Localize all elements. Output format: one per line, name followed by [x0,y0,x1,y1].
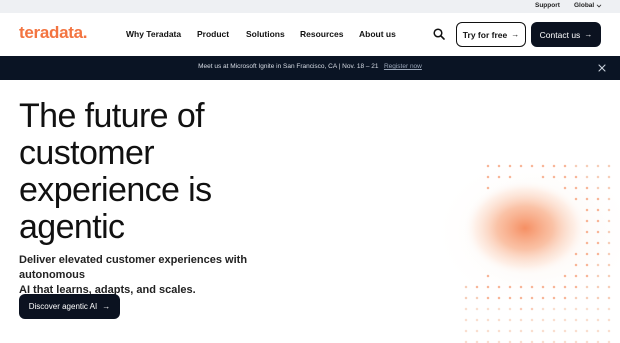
hero-title-line: agentic [19,208,125,246]
try-for-free-label: Try for free [462,29,508,40]
hero-title-line: experience is [19,171,212,209]
discover-agentic-ai-label: Discover agentic AI [28,302,98,311]
try-for-free-button[interactable]: Try for free → [456,22,526,47]
contact-us-label: Contact us [539,29,581,40]
discover-agentic-ai-button[interactable]: Discover agentic AI → [19,294,120,319]
contact-us-button[interactable]: Contact us → [531,22,601,47]
hero-subtitle: Deliver elevated customer experiences wi… [19,253,299,298]
global-selector[interactable]: Global [574,2,594,9]
hero-title: The future of customer experience is age… [19,98,319,246]
support-link[interactable]: Support [535,2,560,9]
nav-solutions[interactable]: Solutions [246,29,285,39]
banner-text: Meet us at Microsoft Ignite in San Franc… [198,63,379,70]
register-now-link[interactable]: Register now [384,63,422,70]
teradata-logo[interactable]: teradata. [19,23,87,43]
nav-why-teradata[interactable]: Why Teradata [126,29,181,39]
search-icon[interactable] [432,27,446,41]
utility-bar: Support Global [0,0,620,13]
nav-about-us[interactable]: About us [359,29,396,39]
hero-subtitle-line: Deliver elevated customer experiences wi… [19,254,248,281]
announcement-banner: Meet us at Microsoft Ignite in San Franc… [0,56,620,80]
chevron-down-icon[interactable] [596,3,602,9]
arrow-right-icon: → [102,301,111,311]
close-icon[interactable] [598,64,606,72]
nav-resources[interactable]: Resources [300,29,343,39]
hero-decorative-graphic [430,160,620,343]
nav-product[interactable]: Product [197,29,229,39]
arrow-right-icon: → [511,29,520,39]
banner-message: Meet us at Microsoft Ignite in San Franc… [0,63,620,70]
site-header: teradata. Why Teradata Product Solutions… [0,13,620,56]
hero-title-line: The future of [19,97,205,135]
arrow-right-icon: → [584,29,593,39]
hero-title-line: customer [19,134,155,172]
